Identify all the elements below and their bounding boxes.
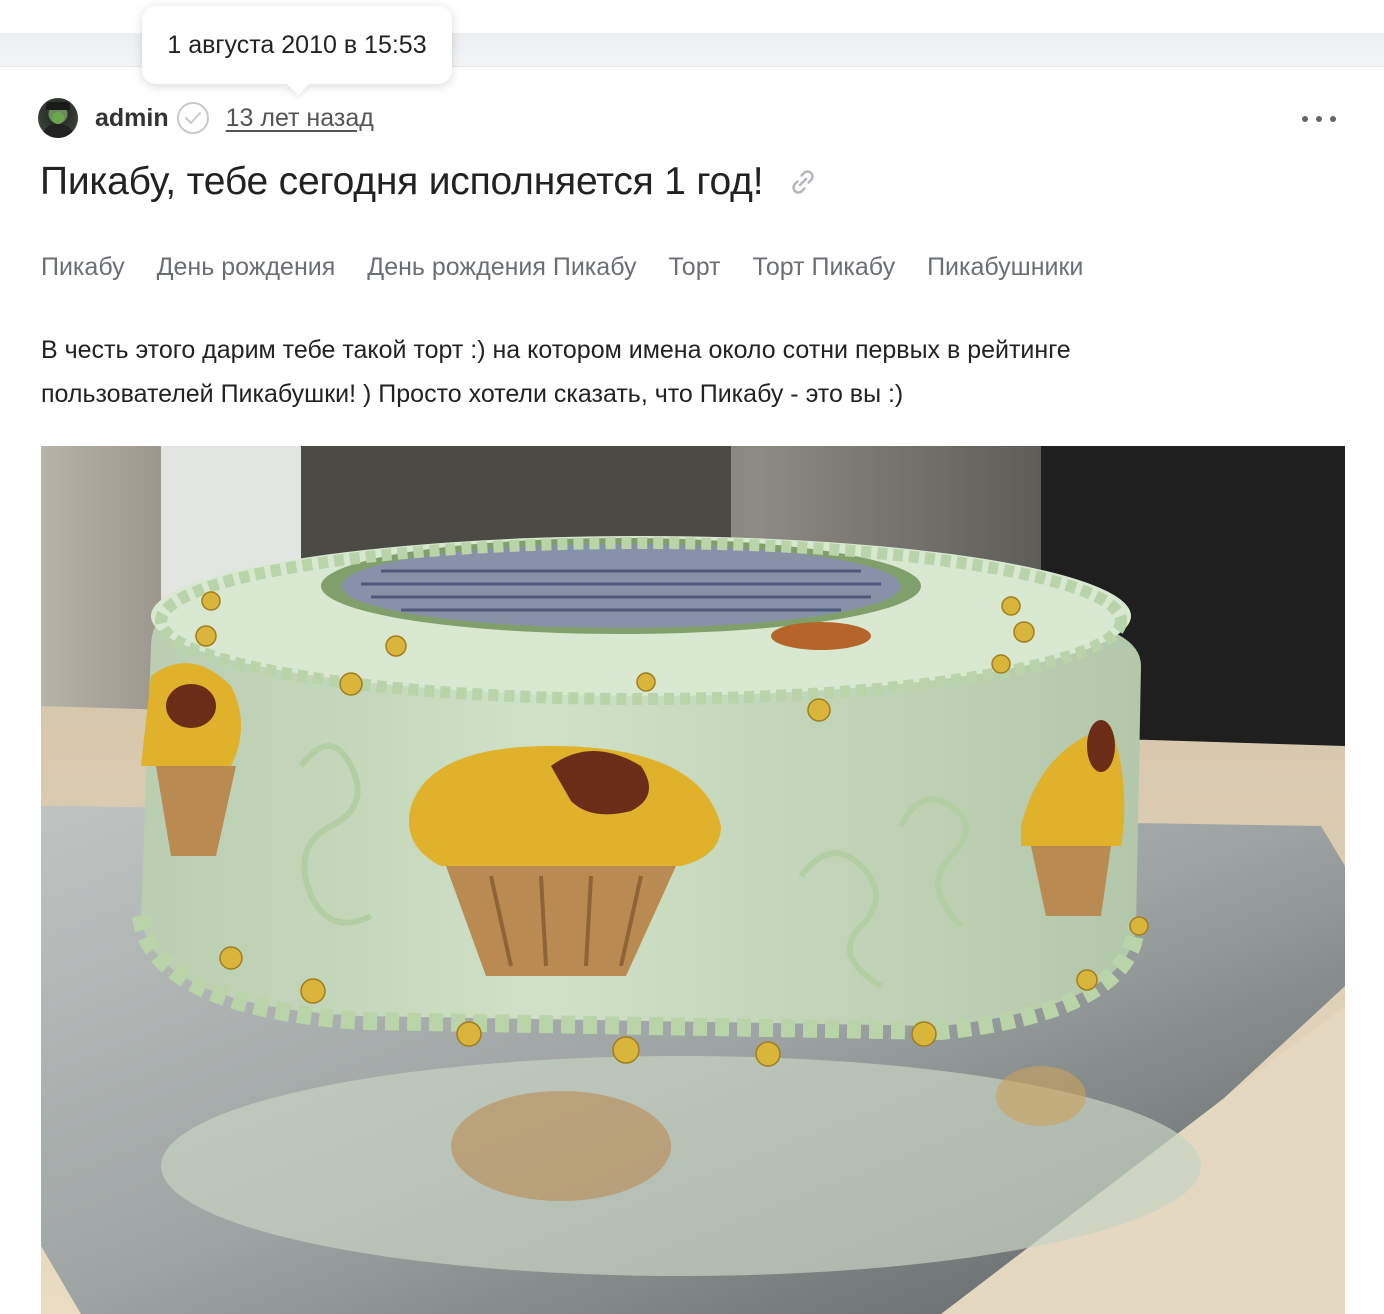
author-username[interactable]: admin — [95, 104, 169, 133]
tag-pikabu[interactable]: Пикабу — [41, 253, 125, 282]
post-time-link[interactable]: 13 лет назад — [226, 104, 374, 133]
tag-cake[interactable]: Торт — [668, 253, 720, 282]
avatar[interactable] — [38, 98, 78, 138]
date-tooltip-text: 1 августа 2010 в 15:53 — [167, 30, 427, 59]
tag-birthday[interactable]: День рождения — [157, 253, 336, 282]
check-circle-icon — [176, 102, 209, 134]
tag-list: Пикабу День рождения День рождения Пикаб… — [41, 250, 1115, 284]
story-title[interactable]: Пикабу, тебе сегодня исполняется 1 год! — [40, 160, 764, 204]
tag-pikabu-cake[interactable]: Торт Пикабу — [753, 253, 896, 282]
story-text: В честь этого дарим тебе такой торт :) н… — [41, 328, 1341, 416]
story-text-line: пользователей Пикабушки! ) Просто хотели… — [41, 380, 904, 408]
cake-photo — [41, 446, 1345, 1314]
tag-pikabu-birthday[interactable]: День рождения Пикабу — [367, 253, 636, 282]
story-text-line: В честь этого дарим тебе такой торт :) н… — [41, 336, 1071, 364]
story-header: admin 13 лет назад — [38, 98, 374, 138]
story-title-row: Пикабу, тебе сегодня исполняется 1 год! — [40, 158, 819, 206]
date-tooltip: 1 августа 2010 в 15:53 — [142, 6, 452, 84]
more-dots-icon[interactable] — [1302, 112, 1336, 126]
story-image[interactable] — [41, 446, 1345, 1314]
tag-pikabushniki[interactable]: Пикабушники — [927, 253, 1083, 282]
link-icon[interactable] — [787, 166, 819, 198]
